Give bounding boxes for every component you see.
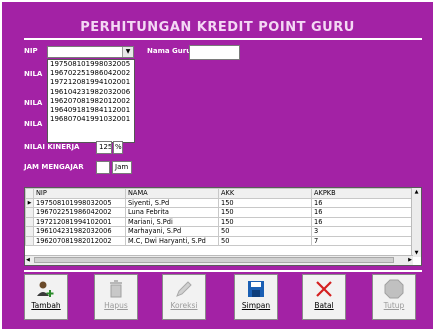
table-row[interactable]: ▶ 197508101998032005 Siyenti, S.Pd 150 1… bbox=[25, 197, 414, 208]
cell-akk[interactable]: 150 bbox=[218, 197, 312, 208]
cell-akk[interactable]: 50 bbox=[218, 235, 312, 246]
dropdown-option[interactable]: 196807041991032001 bbox=[48, 115, 134, 124]
dropdown-option[interactable]: 196702251986042002 bbox=[48, 69, 134, 78]
column-header-nip[interactable]: NIP bbox=[33, 188, 126, 199]
scroll-right-icon[interactable]: ▶ bbox=[408, 256, 412, 264]
cell-nama[interactable]: Mariani, S.Pdi bbox=[125, 216, 219, 227]
table-row[interactable]: 197212081994102001 Mariani, S.Pdi 150 16 bbox=[25, 216, 414, 227]
simpan-label: Simpan bbox=[241, 301, 271, 310]
cell-nama[interactable]: Marhayani, S.Pd bbox=[125, 226, 219, 237]
row-header bbox=[25, 235, 34, 246]
dropdown-option[interactable]: 197212081994102001 bbox=[48, 78, 134, 87]
hapus-button[interactable]: Hapus bbox=[94, 274, 138, 320]
cancel-x-icon bbox=[303, 275, 345, 301]
tambah-label: Tambah bbox=[31, 301, 61, 310]
simpan-button[interactable]: Simpan bbox=[234, 274, 278, 320]
chevron-down-icon[interactable]: ▼ bbox=[122, 47, 133, 57]
scroll-thumb[interactable] bbox=[34, 257, 394, 263]
add-user-icon bbox=[25, 275, 67, 301]
nip-label: NIP bbox=[24, 47, 38, 55]
cell-nip[interactable]: 197508101998032005 bbox=[33, 197, 126, 208]
title-divider bbox=[24, 38, 422, 40]
table-row[interactable]: 196104231982032006 Marhayani, S.Pd 50 3 bbox=[25, 226, 414, 237]
table-row[interactable]: 196207081982012002 M.C, Dwi Haryanti, S.… bbox=[25, 235, 414, 246]
nilai-kinerja-label: NILAI KINERJA bbox=[24, 143, 80, 151]
dropdown-option[interactable]: 196207081982012002 bbox=[48, 97, 134, 106]
row-header bbox=[25, 216, 34, 227]
dropdown-option[interactable]: 196409181984112001 bbox=[48, 106, 134, 115]
koreksi-label: Koreksi bbox=[170, 301, 198, 310]
save-disk-icon bbox=[235, 275, 277, 301]
scroll-down-icon[interactable]: ▼ bbox=[412, 249, 421, 257]
page-title: PERHITUNGAN KREDIT POINT GURU bbox=[80, 20, 355, 35]
grid-horizontal-scrollbar[interactable]: ◀ ▶ bbox=[25, 255, 413, 265]
hapus-label: Hapus bbox=[104, 301, 128, 310]
table-row[interactable]: 196702251986042002 Luna Febrita 150 16 bbox=[25, 207, 414, 218]
cell-akpkb[interactable]: 7 bbox=[311, 235, 414, 246]
data-grid[interactable]: NIP NAMA AKK AKPKB ▶ 197508101998032005 … bbox=[24, 187, 422, 266]
cell-akpkb[interactable]: 16 bbox=[311, 216, 414, 227]
scroll-up-icon[interactable]: ▲ bbox=[412, 188, 421, 196]
tutup-button[interactable]: Tutup bbox=[372, 274, 416, 320]
jam-unit: Jam bbox=[112, 161, 132, 174]
grid-header-row: NIP NAMA AKK AKPKB bbox=[25, 188, 414, 199]
koreksi-button[interactable]: Koreksi bbox=[162, 274, 206, 320]
grid-vertical-scrollbar[interactable]: ▲ ▼ bbox=[411, 188, 421, 257]
main-form: PERHITUNGAN KREDIT POINT GURU NIP ▼ Nama… bbox=[2, 2, 433, 329]
current-row-indicator: ▶ bbox=[25, 197, 34, 208]
cell-nip[interactable]: 196702251986042002 bbox=[33, 207, 126, 218]
cell-akk[interactable]: 50 bbox=[218, 226, 312, 237]
dropdown-option[interactable]: 197508101998032005 bbox=[48, 60, 134, 69]
stop-sign-icon bbox=[373, 275, 415, 301]
button-bar: Tambah Hapus Koreksi Simpan Batal Tutup bbox=[2, 270, 433, 329]
cell-akk[interactable]: 150 bbox=[218, 216, 312, 227]
cell-nip[interactable]: 196207081982012002 bbox=[33, 235, 126, 246]
tutup-label: Tutup bbox=[383, 301, 405, 310]
cell-akpkb[interactable]: 16 bbox=[311, 207, 414, 218]
nip-combobox[interactable]: ▼ bbox=[47, 46, 134, 58]
cell-nama[interactable]: M.C, Dwi Haryanti, S.Pd bbox=[125, 235, 219, 246]
nama-guru-field[interactable] bbox=[189, 45, 240, 60]
cell-akpkb[interactable]: 3 bbox=[311, 226, 414, 237]
edit-icon bbox=[163, 275, 205, 301]
cell-akk[interactable]: 150 bbox=[218, 207, 312, 218]
jam-mengajar-label: JAM MENGAJAR bbox=[24, 163, 84, 171]
nilai-label-1: NILA bbox=[24, 70, 43, 78]
column-header-akpkb[interactable]: AKPKB bbox=[311, 188, 414, 199]
percent-unit: % bbox=[113, 141, 123, 154]
cell-akpkb[interactable]: 16 bbox=[311, 197, 414, 208]
column-header-akk[interactable]: AKK bbox=[218, 188, 312, 199]
nilai-kinerja-field[interactable]: 125 bbox=[96, 141, 112, 154]
jam-mengajar-field[interactable] bbox=[96, 161, 110, 174]
nip-dropdown-list[interactable]: 197508101998032005 196702251986042002 19… bbox=[47, 59, 135, 143]
row-header bbox=[25, 207, 34, 218]
dropdown-option[interactable]: 196104231982032006 bbox=[48, 88, 134, 97]
row-header bbox=[25, 226, 34, 237]
cell-nip[interactable]: 196104231982032006 bbox=[33, 226, 126, 237]
batal-button[interactable]: Batal bbox=[302, 274, 346, 320]
tambah-button[interactable]: Tambah bbox=[24, 274, 68, 320]
column-header-nama[interactable]: NAMA bbox=[125, 188, 219, 199]
nama-guru-label: Nama Guru bbox=[147, 47, 192, 55]
nilai-label-2: NILA bbox=[24, 99, 43, 107]
cell-nama[interactable]: Siyenti, S.Pd bbox=[125, 197, 219, 208]
nilai-label-3: NILA bbox=[24, 120, 43, 128]
row-header-corner bbox=[25, 188, 34, 199]
cell-nama[interactable]: Luna Febrita bbox=[125, 207, 219, 218]
cell-nip[interactable]: 197212081994102001 bbox=[33, 216, 126, 227]
batal-label: Batal bbox=[314, 301, 334, 310]
scroll-left-icon[interactable]: ◀ bbox=[26, 256, 30, 264]
trash-icon bbox=[95, 275, 137, 301]
